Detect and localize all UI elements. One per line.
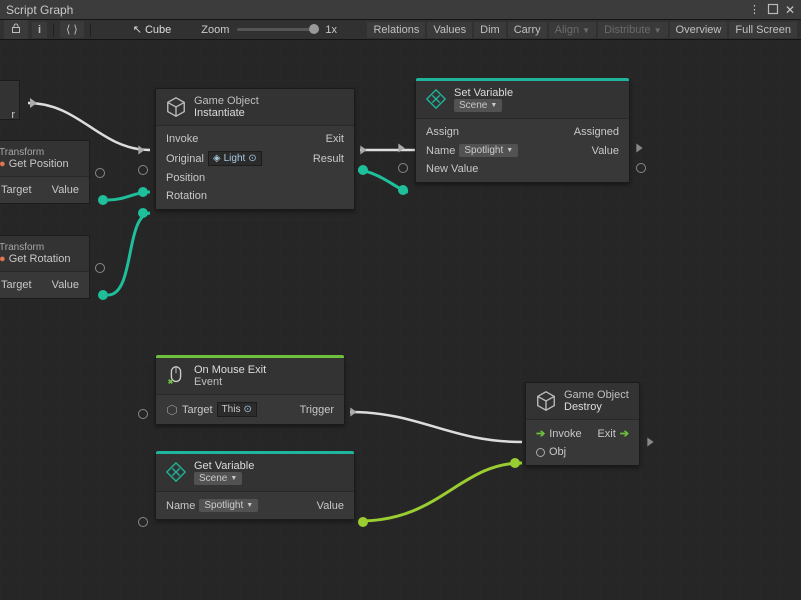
flow-out-port[interactable] [350,408,356,417]
toolbar: i ⟨ ⟩ ↖ Cube Zoom 1x Relations Values Di… [0,20,801,40]
flow-out-port[interactable] [636,144,642,153]
zoom-slider[interactable] [237,28,317,31]
port[interactable] [98,290,108,300]
target-field[interactable]: This ⊙ [217,402,257,417]
overview-button[interactable]: Overview [670,22,728,38]
port[interactable] [138,409,148,419]
cube-icon [164,95,188,119]
scope-dropdown[interactable]: Scene▼ [454,99,502,112]
variable-icon [424,87,448,111]
flow-in-port[interactable] [398,144,404,153]
port[interactable] [138,187,148,197]
port[interactable] [138,208,148,218]
maximize-icon[interactable] [767,3,779,15]
set-variable-node[interactable]: Set VariableScene▼ AssignAssigned Name S… [415,80,630,183]
shape-indicator[interactable]: ↖ Cube [133,23,172,36]
get-position-node[interactable]: Transform ● Get Position TargetValue [0,140,90,204]
port[interactable] [98,195,108,205]
port[interactable] [636,163,646,173]
variable-icon [164,460,188,484]
close-icon[interactable]: ✕ [785,3,795,17]
port[interactable] [138,165,148,175]
scope-dropdown[interactable]: Scene▼ [194,472,242,485]
port[interactable] [358,165,368,175]
relations-button[interactable]: Relations [367,22,425,38]
dim-button[interactable]: Dim [474,22,506,38]
destroy-node[interactable]: Game ObjectDestroy ➔ InvokeExit ➔ Obj [525,382,640,466]
cube-small-icon [166,404,178,416]
original-field[interactable]: ◈ Light ⊙ [208,151,262,166]
on-mouse-exit-node[interactable]: On Mouse ExitEvent Target This ⊙Trigger [155,357,345,425]
align-button[interactable]: Align ▼ [549,22,596,38]
port[interactable] [398,163,408,173]
window-title: Script Graph [6,3,73,17]
distribute-button[interactable]: Distribute ▼ [598,22,667,38]
flow-out-port[interactable] [30,98,37,108]
flow-out-port[interactable] [360,146,366,155]
cube-icon [534,389,558,413]
get-variable-node[interactable]: Get VariableScene▼ Name Spotlight▼Value [155,453,355,520]
values-button[interactable]: Values [427,22,472,38]
port[interactable] [95,168,105,178]
get-rotation-node[interactable]: Transform ● Get Rotation TargetValue [0,235,90,299]
zoom-value: 1x [325,24,337,36]
code-button[interactable]: ⟨ ⟩ [60,21,84,38]
title-bar: Script Graph ⋮ ✕ [0,0,801,20]
port[interactable] [358,517,368,527]
zoom-label: Zoom [201,24,229,36]
fragment-node[interactable]: r [0,80,20,120]
mouse-event-icon [164,364,188,388]
carry-button[interactable]: Carry [508,22,547,38]
port[interactable] [138,517,148,527]
instantiate-node[interactable]: Game ObjectInstantiate InvokeExit Origin… [155,88,355,210]
flow-out-port[interactable] [647,438,653,447]
port[interactable] [510,458,520,468]
name-dropdown[interactable]: Spotlight▼ [459,144,518,157]
lock-button[interactable] [4,20,28,39]
info-button[interactable]: i [32,22,47,38]
fullscreen-button[interactable]: Full Screen [729,22,797,38]
port[interactable] [398,185,408,195]
name-dropdown[interactable]: Spotlight▼ [199,499,258,512]
port[interactable] [95,263,105,273]
flow-in-port[interactable] [138,146,144,155]
menu-dots-icon[interactable]: ⋮ [749,3,761,17]
graph-canvas[interactable]: r Transform ● Get Position TargetValue T… [0,40,801,600]
